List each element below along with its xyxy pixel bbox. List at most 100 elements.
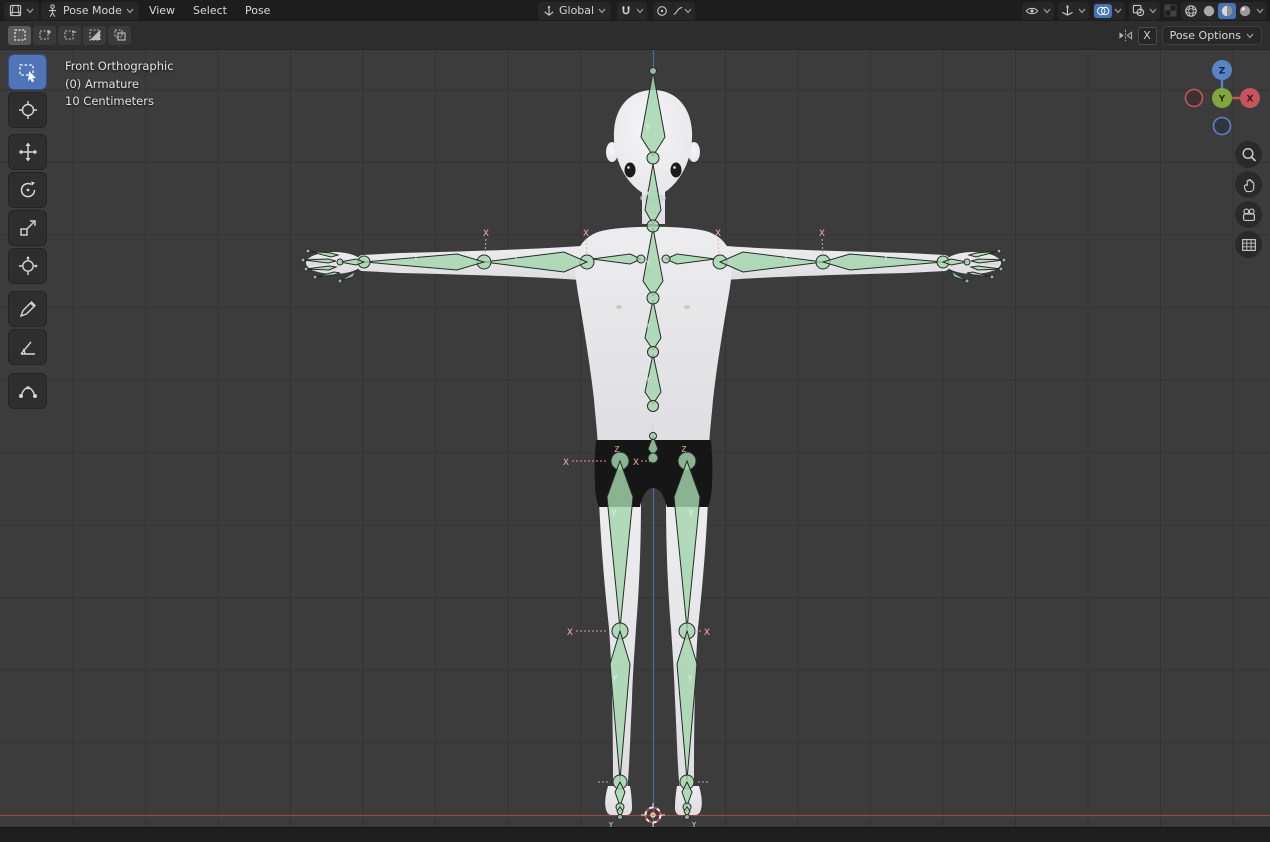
select-invert-button[interactable]: [83, 26, 106, 45]
orientation-axes-icon: [543, 5, 555, 17]
svg-text:Y: Y: [883, 253, 889, 262]
svg-text:Z: Z: [614, 445, 619, 454]
mode-selector[interactable]: Pose Mode: [41, 2, 139, 20]
transform-orientation-dropdown[interactable]: Global: [538, 2, 611, 20]
tool-measure[interactable]: [9, 330, 46, 364]
svg-text:Y: Y: [645, 375, 651, 384]
active-object: (0) Armature: [65, 76, 174, 94]
falloff-dropdown[interactable]: [670, 4, 694, 18]
cursor-3d[interactable]: [641, 803, 665, 827]
pose-options-dropdown[interactable]: Pose Options: [1162, 26, 1262, 45]
toggle-projection-button[interactable]: [1235, 231, 1262, 258]
solid-sphere-icon: [1202, 4, 1216, 18]
bone-joint: [650, 433, 657, 440]
transform-icon: [17, 255, 39, 277]
svg-text:Y: Y: [645, 123, 651, 132]
svg-text:Y: Y: [783, 253, 789, 262]
status-bar: [0, 827, 1270, 842]
menu-view[interactable]: View: [141, 2, 183, 19]
svg-text:Y: Y: [413, 253, 419, 262]
cursor-tool-icon: [17, 99, 39, 121]
svg-text:Y: Y: [513, 253, 519, 262]
svg-text:Y: Y: [612, 674, 618, 683]
bone-joint: [647, 152, 659, 164]
bone-joint: [648, 347, 659, 358]
tool-transform[interactable]: [9, 249, 46, 283]
menu-pose[interactable]: Pose: [237, 2, 278, 19]
select-subtract-button[interactable]: [58, 26, 81, 45]
pan-button[interactable]: [1235, 171, 1262, 198]
right-eye: [671, 163, 682, 178]
shading-mode-group: [1181, 2, 1267, 20]
bone-joint: [990, 275, 994, 279]
snap-options-dropdown[interactable]: [634, 7, 646, 15]
menu-select[interactable]: Select: [185, 2, 235, 19]
shading-options-dropdown[interactable]: [1254, 7, 1266, 15]
svg-text:X: X: [567, 628, 573, 638]
chevron-down-icon: [26, 8, 34, 14]
viewport-scene[interactable]: Y Y Y Y Y Y Y Y Y Y Y Y Y Y Y X X X X X …: [0, 0, 1270, 842]
material-sphere-icon: [1220, 4, 1234, 18]
shading-solid[interactable]: [1200, 3, 1218, 19]
gizmo-y-label: Y: [1218, 95, 1226, 105]
chevron-down-icon: [126, 8, 134, 14]
svg-text:Z: Z: [681, 445, 686, 454]
object-type-visibility[interactable]: [1023, 4, 1041, 18]
chevron-down-icon: [1246, 33, 1254, 39]
magnifier-icon: [1240, 146, 1258, 164]
bone-joint: [301, 258, 305, 262]
tool-annotate[interactable]: [9, 292, 46, 326]
snapping-group: [617, 2, 647, 20]
eye-highlight-left: [627, 166, 630, 169]
bone-joint: [647, 220, 659, 232]
checker-icon: [1164, 4, 1177, 17]
grid-icon: [1240, 236, 1258, 254]
select-intersect-button[interactable]: [108, 26, 131, 45]
proportional-editing-toggle[interactable]: [654, 4, 670, 18]
tool-pose-breakdowner[interactable]: [9, 374, 46, 408]
bone-joint: [304, 267, 308, 271]
tool-move[interactable]: [9, 135, 46, 169]
editor-type-selector[interactable]: [4, 2, 39, 20]
magnet-icon: [620, 5, 632, 17]
zoom-button[interactable]: [1235, 141, 1262, 168]
shading-wireframe[interactable]: [1182, 3, 1200, 19]
tool-box-select[interactable]: [9, 55, 46, 89]
svg-text:X: X: [715, 229, 721, 239]
tool-cursor[interactable]: [9, 93, 46, 127]
proportional-circle-icon: [656, 5, 668, 17]
x-axis-mirror-toggle[interactable]: X: [1138, 27, 1157, 45]
chevron-down-icon: [1078, 8, 1086, 14]
gizmo-icon: [1061, 4, 1074, 17]
navel: [652, 423, 653, 430]
svg-text:X: X: [704, 628, 710, 638]
camera-view-button[interactable]: [1235, 201, 1262, 228]
tool-rotate[interactable]: [9, 173, 46, 207]
shading-rendered[interactable]: [1236, 3, 1254, 19]
select-extend-button[interactable]: [33, 26, 56, 45]
chevron-down-icon: [1043, 8, 1051, 14]
overlays-icon: [1096, 5, 1110, 17]
gizmo-x-neg[interactable]: [1186, 90, 1203, 107]
xray-icon: [1132, 4, 1145, 17]
viewport-editor-icon: [9, 4, 22, 17]
tool-scale[interactable]: [9, 211, 46, 245]
snap-toggle[interactable]: [618, 4, 634, 18]
toggle-xray[interactable]: [1130, 3, 1147, 18]
shading-material[interactable]: [1218, 3, 1236, 19]
gizmo-z-neg[interactable]: [1214, 118, 1231, 135]
bone-joint: [999, 267, 1003, 271]
bone-joint: [650, 68, 657, 75]
show-overlays-toggle[interactable]: [1094, 4, 1112, 18]
navigation-gizmo[interactable]: Z X Y: [1183, 59, 1261, 137]
show-gizmo-toggle[interactable]: [1059, 3, 1076, 18]
bone-joint: [338, 279, 342, 283]
gizmo-x-label: X: [1247, 95, 1254, 105]
bone-joint: [1002, 258, 1006, 262]
bone-joint: [637, 255, 645, 263]
gizmos-group: [1058, 2, 1089, 20]
svg-text:Y: Y: [611, 509, 617, 518]
overlays-group: [1093, 2, 1125, 20]
bone-joint: [662, 255, 670, 263]
select-set-button[interactable]: [8, 26, 31, 45]
